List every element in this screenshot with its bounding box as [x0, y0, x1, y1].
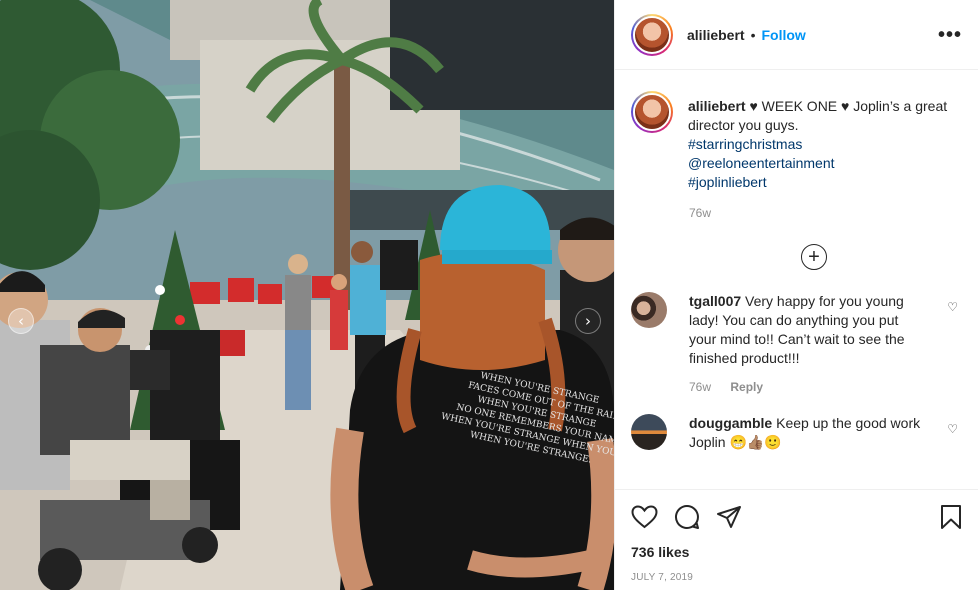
hashtag-link[interactable]: #starringchristmas: [688, 135, 958, 154]
save-bookmark-icon[interactable]: [940, 504, 962, 530]
caption-username[interactable]: aliliebert: [688, 98, 746, 114]
comment-username[interactable]: douggamble: [689, 415, 772, 431]
mention-link[interactable]: @reeloneentertainment: [688, 154, 958, 173]
caption: aliliebert ♥ WEEK ONE ♥ Joplin’s a great…: [631, 91, 962, 192]
chevron-left-icon: ‹: [18, 311, 24, 330]
next-photo-button[interactable]: ›: [575, 308, 601, 334]
caption-time[interactable]: 76w: [689, 206, 711, 220]
header-username[interactable]: aliliebert: [687, 27, 745, 43]
comment-username[interactable]: tgall007: [689, 293, 741, 309]
post-date[interactable]: JULY 7, 2019: [631, 572, 962, 583]
share-paper-plane-icon[interactable]: [716, 505, 742, 529]
previous-photo-button[interactable]: ‹: [8, 308, 34, 334]
comment-time[interactable]: 76w: [689, 380, 711, 394]
commenter-avatar[interactable]: [631, 292, 667, 328]
post-header: aliliebert • Follow •••: [615, 0, 978, 70]
comment-bubble-icon[interactable]: [674, 504, 700, 530]
comment-meta: 76w Reply: [689, 380, 921, 394]
comments-list[interactable]: aliliebert ♥ WEEK ONE ♥ Joplin’s a great…: [615, 71, 978, 489]
post-actions: 736 likes JULY 7, 2019: [615, 489, 978, 583]
like-comment-heart-icon[interactable]: ♡: [947, 422, 958, 436]
more-options-icon[interactable]: •••: [938, 25, 962, 45]
photo-scene: WHEN YOU'RE STRANGE FACES COME OUT OF TH…: [0, 0, 614, 590]
load-more-comments-button[interactable]: +: [801, 244, 827, 270]
plus-icon: +: [808, 246, 820, 268]
follow-button[interactable]: Follow: [762, 27, 806, 43]
comment-item: tgall007 Very happy for you young lady! …: [631, 292, 962, 394]
post-side-panel: aliliebert • Follow ••• aliliebert ♥ WEE…: [614, 0, 978, 590]
likes-count[interactable]: 736 likes: [631, 544, 962, 560]
avatar[interactable]: [631, 13, 673, 56]
caption-meta: 76w: [689, 206, 962, 220]
commenter-avatar[interactable]: [631, 414, 667, 450]
reply-button[interactable]: Reply: [730, 380, 763, 394]
avatar[interactable]: [631, 91, 673, 133]
like-heart-icon[interactable]: [631, 505, 658, 529]
hashtag-link[interactable]: #joplinliebert: [688, 173, 958, 192]
post-photo[interactable]: WHEN YOU'RE STRANGE FACES COME OUT OF TH…: [0, 0, 614, 590]
chevron-right-icon: ›: [585, 311, 591, 330]
comment-item: douggamble Keep up the good work Joplin …: [631, 414, 962, 452]
separator-dot: •: [750, 26, 756, 43]
like-comment-heart-icon[interactable]: ♡: [947, 300, 958, 314]
